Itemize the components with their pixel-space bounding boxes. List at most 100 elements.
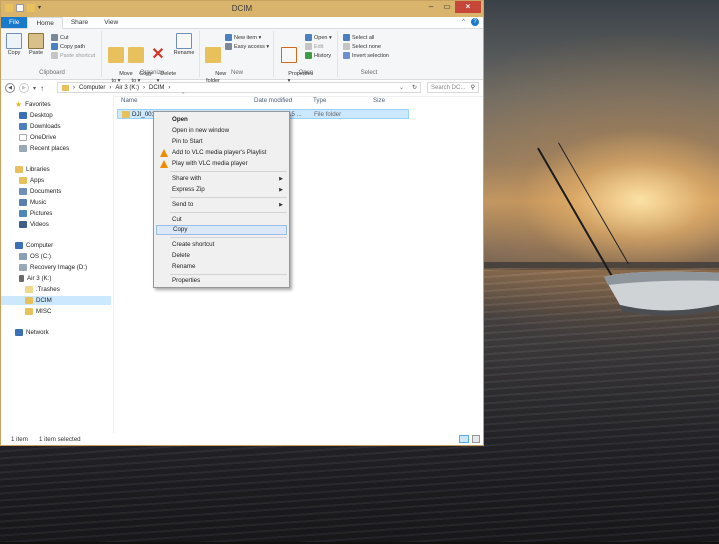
menu-item-send-to[interactable]: Send to ▶ xyxy=(156,200,287,210)
group-organize: Move to ▾ Copy to ▾ ✕ Delete ▾ Rename Or… xyxy=(105,31,200,84)
up-arrow-icon[interactable]: ↑ xyxy=(40,84,44,93)
copy-path-button[interactable]: Copy path xyxy=(51,43,85,50)
window-controls: – ▭ × xyxy=(423,1,481,13)
breadcrumb-air3[interactable]: Air 3 (K:) xyxy=(115,83,139,93)
large-icons-view-icon[interactable] xyxy=(472,435,480,443)
nav-item-misc[interactable]: MISC xyxy=(25,307,51,316)
menu-item-vlc-play[interactable]: Play with VLC media player xyxy=(156,159,287,169)
tab-home[interactable]: Home xyxy=(27,17,63,29)
chevron-down-icon[interactable]: ⌄ xyxy=(399,83,404,93)
edit-button[interactable]: Edit xyxy=(305,43,323,50)
submenu-arrow-icon: ▶ xyxy=(279,187,283,193)
copy-path-label: Copy path xyxy=(60,43,86,50)
breadcrumb-computer[interactable]: Computer xyxy=(79,83,105,93)
onedrive-icon xyxy=(19,134,27,141)
copy-label: Copy xyxy=(7,50,21,56)
column-date-modified[interactable]: Date modified xyxy=(254,97,292,104)
search-icon[interactable]: ⚲ xyxy=(471,83,475,93)
nav-item-downloads[interactable]: Downloads xyxy=(19,122,61,131)
new-item-button[interactable]: New item ▾ xyxy=(225,34,261,41)
folder-icon xyxy=(122,111,130,118)
history-button[interactable]: History xyxy=(305,52,331,59)
menu-item-share-with[interactable]: Share with ▶ xyxy=(156,174,287,184)
tab-share[interactable]: Share xyxy=(63,17,96,28)
nav-item-label: OS (C:) xyxy=(30,253,51,260)
menu-item-copy[interactable]: Copy xyxy=(156,225,287,235)
menu-separator xyxy=(170,171,287,172)
menu-separator xyxy=(170,274,287,275)
file-date: 15 ... xyxy=(288,111,302,118)
recent-locations-icon[interactable]: ▾ xyxy=(33,85,36,92)
nav-item-onedrive[interactable]: OneDrive xyxy=(19,133,56,142)
menu-item-open-new-window[interactable]: Open in new window xyxy=(156,126,287,136)
invert-selection-button[interactable]: Invert selection xyxy=(343,52,389,59)
open-icon xyxy=(305,34,312,41)
paste-button[interactable]: Paste xyxy=(27,33,45,57)
menu-item-express-zip[interactable]: Express Zip ▶ xyxy=(156,185,287,195)
sort-ascending-icon: ^ xyxy=(182,92,185,98)
nav-item-music[interactable]: Music xyxy=(19,198,46,207)
nav-item-recent-places[interactable]: Recent places xyxy=(19,144,69,153)
context-menu: Open Open in new window Pin to Start Add… xyxy=(153,111,290,288)
rename-button[interactable]: Rename xyxy=(172,33,196,57)
easy-access-button[interactable]: Easy access ▾ xyxy=(225,43,269,50)
invert-selection-label: Invert selection xyxy=(352,52,389,59)
nav-item-pictures[interactable]: Pictures xyxy=(19,209,52,218)
group-clipboard: Copy Paste Cut Copy path Paste shortcut … xyxy=(3,31,102,77)
refresh-icon[interactable]: ↻ xyxy=(412,83,417,93)
details-view-icon[interactable] xyxy=(459,435,469,443)
help-icon[interactable]: ? xyxy=(471,18,479,26)
menu-item-open[interactable]: Open xyxy=(156,115,287,125)
menu-item-properties[interactable]: Properties xyxy=(156,276,287,286)
navigation-buttons: ◀ ▶ ▾ ↑ xyxy=(5,83,44,93)
new-item-icon xyxy=(225,34,232,41)
forward-arrow-icon[interactable]: ▶ xyxy=(19,83,29,93)
submenu-arrow-icon: ▶ xyxy=(279,176,283,182)
cut-button[interactable]: Cut xyxy=(51,34,69,41)
nav-computer[interactable]: Computer xyxy=(15,241,53,250)
menu-item-vlc-playlist[interactable]: Add to VLC media player's Playlist xyxy=(156,148,287,158)
tab-view[interactable]: View xyxy=(96,17,126,28)
nav-item-air3-k[interactable]: Air 3 (K:) xyxy=(19,274,51,283)
paste-shortcut-button[interactable]: Paste shortcut xyxy=(51,52,95,59)
menu-item-cut[interactable]: Cut xyxy=(156,215,287,225)
menu-item-pin-to-start[interactable]: Pin to Start xyxy=(156,137,287,147)
nav-item-label: OneDrive xyxy=(30,134,57,141)
column-name[interactable]: Name xyxy=(121,97,138,104)
nav-item-recovery-d[interactable]: Recovery Image (D:) xyxy=(19,263,87,272)
nav-item-os-c[interactable]: OS (C:) xyxy=(19,252,51,261)
nav-network[interactable]: Network xyxy=(15,328,49,337)
open-button[interactable]: Open ▾ xyxy=(305,34,332,41)
select-none-button[interactable]: Select none xyxy=(343,43,381,50)
menu-item-rename[interactable]: Rename xyxy=(156,262,287,272)
nav-libraries[interactable]: Libraries xyxy=(15,165,50,174)
breadcrumb-dcim[interactable]: DCIM xyxy=(149,83,164,93)
column-size[interactable]: Size xyxy=(373,97,385,104)
nav-item-label: MISC xyxy=(36,308,52,315)
maximize-button[interactable]: ▭ xyxy=(439,1,455,13)
select-all-button[interactable]: Select all xyxy=(343,34,374,41)
status-selection: 1 item selected xyxy=(39,436,81,443)
menu-item-create-shortcut[interactable]: Create shortcut xyxy=(156,240,287,250)
folder-icon xyxy=(205,47,221,63)
nav-item-desktop[interactable]: Desktop xyxy=(19,111,53,120)
nav-item-videos[interactable]: Videos xyxy=(19,220,49,229)
nav-item-trashes[interactable]: .Trashes xyxy=(25,285,60,294)
nav-item-dcim[interactable]: DCIM xyxy=(1,296,111,305)
copy-button[interactable]: Copy xyxy=(6,33,22,57)
close-button[interactable]: × xyxy=(455,1,481,13)
column-type[interactable]: Type xyxy=(313,97,326,104)
folder-icon xyxy=(25,308,33,315)
back-arrow-icon[interactable]: ◀ xyxy=(5,83,15,93)
tab-file[interactable]: File xyxy=(1,17,28,28)
network-icon xyxy=(15,329,23,336)
address-bar[interactable]: › Computer › Air 3 (K:) › DCIM › ⌄ ↻ xyxy=(57,82,421,93)
collapse-ribbon-icon[interactable]: ^ xyxy=(462,19,465,25)
menu-item-label: Send to xyxy=(172,201,194,208)
nav-favorites[interactable]: ★ Favorites xyxy=(15,100,51,109)
search-input[interactable]: Search DC... ⚲ xyxy=(427,82,479,93)
nav-item-documents[interactable]: Documents xyxy=(19,187,61,196)
minimize-button[interactable]: – xyxy=(423,1,439,13)
menu-item-delete[interactable]: Delete xyxy=(156,251,287,261)
nav-item-apps[interactable]: Apps xyxy=(19,176,44,185)
